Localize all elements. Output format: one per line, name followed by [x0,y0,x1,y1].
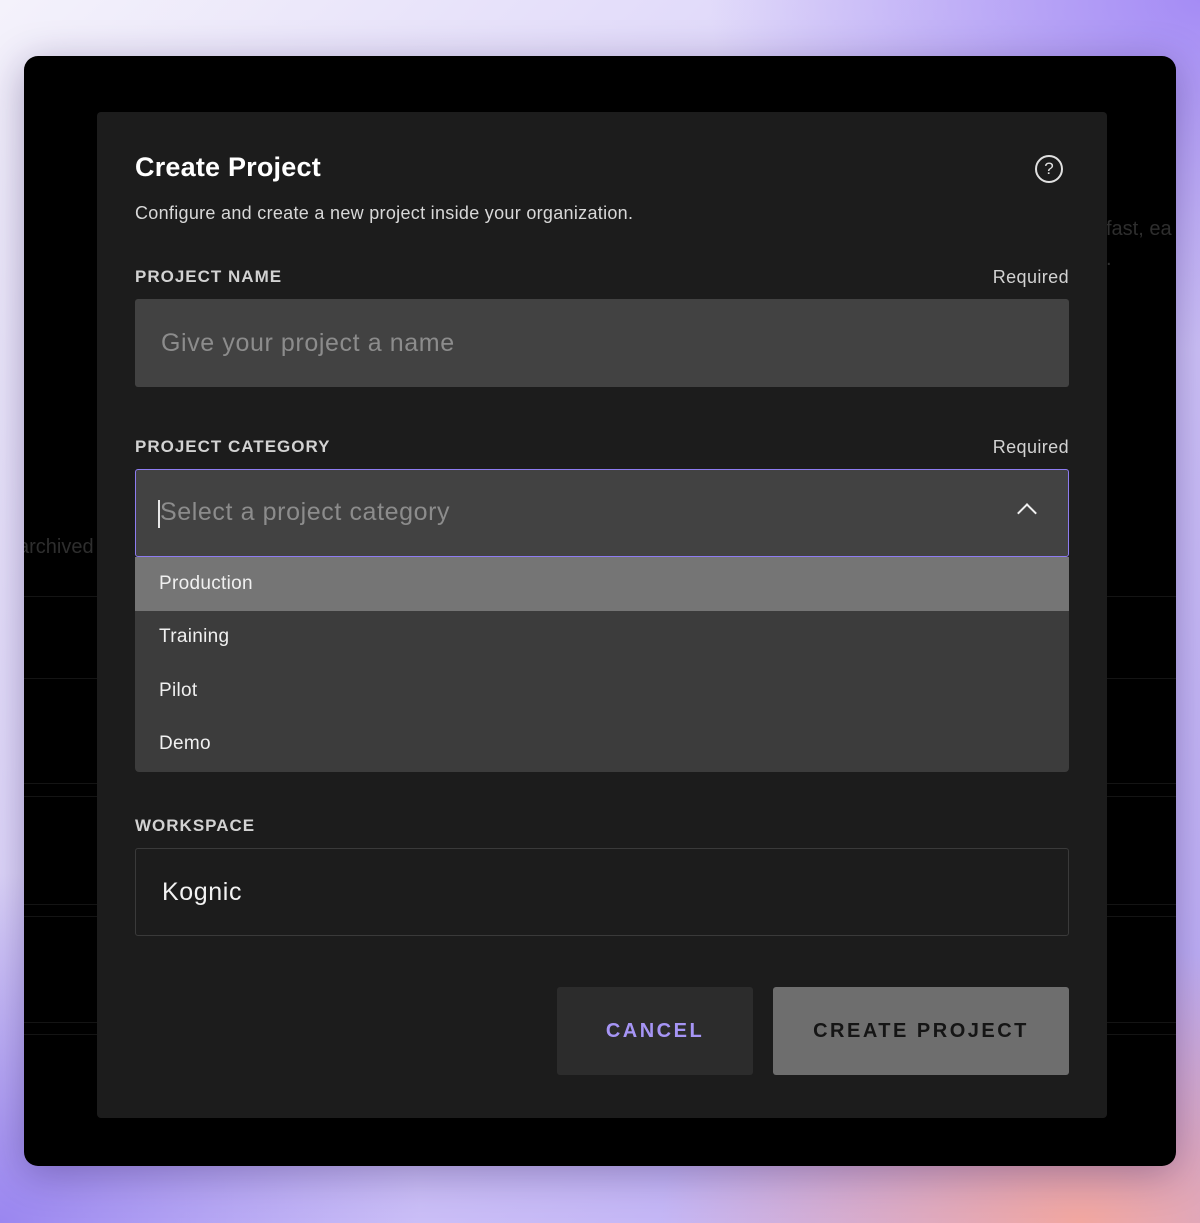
background-text: fast, ea [1106,218,1172,240]
project-category-dropdown: Production Training Pilot Demo [135,557,1069,772]
project-category-label: PROJECT CATEGORY [135,437,331,456]
project-category-required: Required [992,437,1069,457]
project-name-label: PROJECT NAME [135,267,283,286]
project-name-input[interactable] [135,299,1069,387]
category-option-production[interactable]: Production [135,557,1069,611]
workspace-label: WORKSPACE [135,816,256,835]
create-project-dialog: Create Project ? Configure and create a … [97,112,1107,1118]
dialog-subtitle: Configure and create a new project insid… [135,203,634,223]
project-name-required: Required [992,267,1069,287]
dialog-title: Create Project [135,152,321,182]
chevron-up-icon[interactable] [1017,503,1037,523]
category-option-demo[interactable]: Demo [135,718,1069,772]
help-icon[interactable]: ? [1035,155,1063,183]
cancel-button[interactable]: CANCEL [557,987,753,1075]
project-category-placeholder: Select a project category [160,498,451,526]
workspace-select[interactable]: Kognic [135,848,1069,936]
app-window: fast, ea . archived Create Project ? Con… [24,56,1176,1166]
background-text: archived [24,536,94,558]
create-project-button[interactable]: CREATE PROJECT [773,987,1069,1075]
category-option-pilot[interactable]: Pilot [135,664,1069,718]
category-option-training[interactable]: Training [135,611,1069,665]
project-category-select[interactable]: Select a project category [135,469,1069,557]
